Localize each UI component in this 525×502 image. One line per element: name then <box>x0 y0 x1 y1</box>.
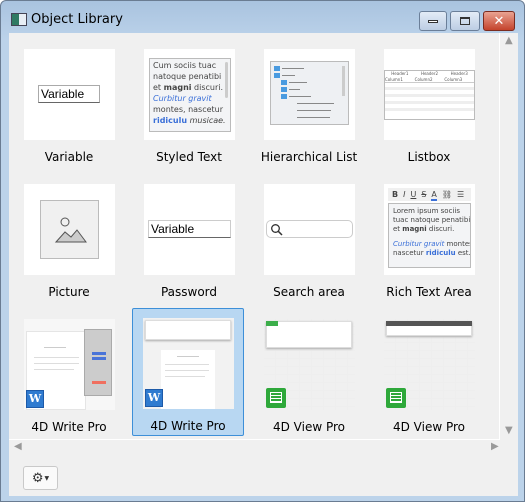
scroll-left-icon[interactable]: ◀ <box>14 441 22 452</box>
preview-line: Cum sociis tuac <box>153 61 217 70</box>
gear-icon: ⚙ <box>31 470 44 486</box>
search-field-preview <box>266 220 353 238</box>
styled-text-preview: Cum sociis tuac natoque penatibi et magn… <box>144 49 235 140</box>
spreadsheet-icon <box>266 388 286 408</box>
item-label: Rich Text Area <box>386 285 472 299</box>
object-library-window: Object Library ✕ Variable Variable Cum s… <box>0 0 525 502</box>
font-color-icon: A <box>431 190 437 201</box>
listbox-cell: Column3 <box>444 77 463 82</box>
library-item-4d-write-pro[interactable]: W 4D Write Pro <box>13 309 125 437</box>
write-pro-badge-icon: W <box>26 390 44 408</box>
preview-bold: magni <box>163 83 192 92</box>
write-pro-badge-icon: W <box>145 389 163 407</box>
preview-line: natoque penatibi <box>153 72 222 81</box>
minimize-button[interactable] <box>419 11 447 31</box>
rich-text-toolbar: B I U S A ⛓ ☰ <box>388 188 471 201</box>
window-title: Object Library <box>31 12 123 27</box>
library-item-4d-view-pro[interactable]: 4D View Pro <box>373 309 485 437</box>
preview-italic: Curbitur gravit <box>393 240 445 248</box>
library-item-listbox[interactable]: Header1 Header2 Header3 Column1 Column2 Colu… <box>373 39 485 167</box>
preview-line: tuac natoque penatibi <box>393 216 471 224</box>
search-area-preview <box>264 184 355 275</box>
list-icon: ☰ <box>457 190 465 199</box>
item-label: Hierarchical List <box>260 150 358 164</box>
rich-text-preview: B I U S A ⛓ ☰ Lorem ipsum sociis tuac natoque … <box>384 184 475 275</box>
library-item-picture[interactable]: Picture <box>13 174 125 302</box>
write-pro-preview: W <box>143 318 234 409</box>
library-item-4d-write-pro-selected[interactable]: W 4D Write Pro <box>132 308 244 436</box>
item-label: 4D View Pro <box>392 420 466 434</box>
item-label: 4D View Pro <box>272 420 346 434</box>
view-pro-preview <box>384 319 475 410</box>
options-menu-button[interactable]: ⚙ ▼ <box>23 466 58 490</box>
library-item-password[interactable]: Variable Password <box>133 174 245 302</box>
item-label: Styled Text <box>156 150 222 164</box>
vertical-scrollbar[interactable]: ▲ ▼ <box>501 33 518 440</box>
variable-preview: Variable <box>24 49 115 140</box>
horizontal-scrollbar[interactable]: ◀ ▶ <box>9 441 500 457</box>
item-label: Picture <box>48 285 90 299</box>
variable-field-preview: Variable <box>38 85 100 103</box>
link-icon: ⛓ <box>441 190 453 199</box>
app-icon <box>11 13 27 26</box>
maximize-icon <box>460 17 470 25</box>
password-field-preview: Variable <box>148 220 231 238</box>
item-label: 4D Write Pro <box>150 419 226 433</box>
preview-line: montes, nascetur <box>153 105 224 114</box>
listbox-cell: Column1 <box>385 77 403 82</box>
library-item-rich-text-area[interactable]: B I U S A ⛓ ☰ Lorem ipsum sociis tuac natoque … <box>373 174 485 302</box>
preview-bold: magni <box>402 225 427 233</box>
preview-italic: musicae. <box>187 116 226 125</box>
spreadsheet-icon <box>386 388 406 408</box>
chevron-down-icon: ▼ <box>44 474 50 482</box>
hierarchical-list-preview <box>264 49 355 140</box>
scroll-down-icon[interactable]: ▼ <box>505 425 513 436</box>
preview-text: et <box>153 83 164 92</box>
close-icon: ✕ <box>493 13 505 29</box>
maximize-button[interactable] <box>450 11 480 31</box>
object-grid: Variable Variable Cum sociis tuac natoqu… <box>9 33 500 440</box>
library-item-hierarchical-list[interactable]: Hierarchical List <box>253 39 365 167</box>
preview-text: est. <box>455 249 471 257</box>
library-item-variable[interactable]: Variable Variable <box>13 39 125 167</box>
preview-text: nascetur <box>393 249 426 257</box>
preview-text: montes, <box>446 240 470 248</box>
library-item-search-area[interactable]: Search area <box>253 174 365 302</box>
item-label: Password <box>160 285 218 299</box>
item-label: 4D Write Pro <box>31 420 107 434</box>
bold-icon: B <box>392 190 399 199</box>
preview-bold: ridiculu <box>425 249 456 257</box>
preview-line: Lorem ipsum sociis <box>393 207 460 215</box>
listbox-cell: Column2 <box>414 77 433 82</box>
image-icon <box>40 200 99 259</box>
scroll-right-icon[interactable]: ▶ <box>491 441 499 452</box>
library-item-styled-text[interactable]: Cum sociis tuac natoque penatibi et magn… <box>133 39 245 167</box>
item-label: Variable <box>44 150 94 164</box>
preview-text: discuri. <box>426 225 455 233</box>
underline-icon: U <box>410 190 417 199</box>
write-pro-preview: W <box>24 319 115 410</box>
view-pro-preview <box>264 319 355 410</box>
preview-line: Curbitur gravit <box>153 94 212 103</box>
italic-icon: I <box>403 190 406 199</box>
listbox-preview: Header1 Header2 Header3 Column1 Column2 Colu… <box>384 49 475 140</box>
item-label: Search area <box>273 285 345 299</box>
scroll-up-icon[interactable]: ▲ <box>505 35 513 46</box>
preview-text: discuri. <box>191 83 224 92</box>
minimize-icon <box>428 19 438 23</box>
strike-icon: S <box>421 190 427 199</box>
picture-preview <box>24 184 115 275</box>
password-preview: Variable <box>144 184 235 275</box>
library-panel: Variable Variable Cum sociis tuac natoqu… <box>9 33 518 496</box>
item-label: Listbox <box>407 150 451 164</box>
close-button[interactable]: ✕ <box>483 11 515 31</box>
library-item-4d-view-pro[interactable]: 4D View Pro <box>253 309 365 437</box>
preview-bold: ridiculu <box>153 116 188 125</box>
preview-text: et <box>393 225 403 233</box>
search-icon <box>271 224 283 236</box>
